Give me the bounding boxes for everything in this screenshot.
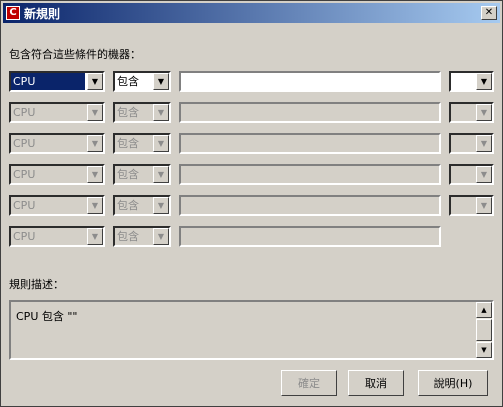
- chevron-down-icon[interactable]: ▼: [87, 166, 103, 183]
- field-value: CPU: [13, 230, 36, 243]
- operator-combo-2[interactable]: 包含 ▼: [113, 102, 171, 123]
- operator-combo-3[interactable]: 包含 ▼: [113, 133, 171, 154]
- connector-combo-2[interactable]: ▼: [449, 102, 494, 123]
- operator-value: 包含: [117, 168, 139, 181]
- vertical-scrollbar[interactable]: ▲ ▼: [476, 302, 492, 358]
- operator-value: 包含: [117, 137, 139, 150]
- chevron-down-icon[interactable]: ▼: [476, 197, 492, 214]
- operator-combo-1[interactable]: 包含 ▼: [113, 71, 171, 92]
- field-combo-6[interactable]: CPU ▼: [9, 226, 105, 247]
- operator-combo-5[interactable]: 包含 ▼: [113, 195, 171, 216]
- field-value: CPU: [13, 137, 36, 150]
- app-icon: C: [6, 6, 20, 20]
- operator-value: 包含: [117, 199, 139, 212]
- chevron-down-icon[interactable]: ▼: [476, 73, 492, 90]
- new-rule-dialog: C 新規則 ✕ 包含符合這些條件的機器： CPU ▼ 包含 ▼ ▼ CPU ▼ …: [0, 0, 503, 407]
- operator-value: 包含: [117, 75, 139, 88]
- condition-label: 包含符合這些條件的機器：: [9, 48, 141, 61]
- title-bar: C 新規則 ✕: [3, 3, 500, 23]
- field-value: CPU: [13, 168, 36, 181]
- chevron-down-icon[interactable]: ▼: [87, 197, 103, 214]
- chevron-down-icon[interactable]: ▼: [87, 73, 103, 90]
- scroll-thumb[interactable]: [476, 319, 492, 341]
- field-value: CPU: [11, 73, 85, 90]
- chevron-down-icon[interactable]: ▼: [87, 104, 103, 121]
- chevron-down-icon[interactable]: ▼: [476, 104, 492, 121]
- chevron-down-icon[interactable]: ▼: [153, 166, 169, 183]
- field-combo-4[interactable]: CPU ▼: [9, 164, 105, 185]
- cancel-button[interactable]: 取消: [348, 370, 404, 396]
- value-input-5[interactable]: [179, 195, 441, 216]
- chevron-down-icon[interactable]: ▼: [153, 228, 169, 245]
- scroll-down-icon[interactable]: ▼: [476, 342, 492, 358]
- chevron-down-icon[interactable]: ▼: [87, 135, 103, 152]
- operator-value: 包含: [117, 106, 139, 119]
- field-value: CPU: [13, 199, 36, 212]
- value-input-1[interactable]: [179, 71, 441, 92]
- connector-combo-5[interactable]: ▼: [449, 195, 494, 216]
- value-input-2[interactable]: [179, 102, 441, 123]
- field-value: CPU: [13, 106, 36, 119]
- connector-combo-4[interactable]: ▼: [449, 164, 494, 185]
- value-input-4[interactable]: [179, 164, 441, 185]
- chevron-down-icon[interactable]: ▼: [476, 135, 492, 152]
- chevron-down-icon[interactable]: ▼: [153, 104, 169, 121]
- operator-combo-4[interactable]: 包含 ▼: [113, 164, 171, 185]
- value-input-6[interactable]: [179, 226, 441, 247]
- rule-description-box: CPU 包含 "" ▲ ▼: [9, 300, 494, 360]
- field-combo-1[interactable]: CPU ▼: [9, 71, 105, 92]
- description-label: 規則描述：: [9, 278, 64, 291]
- ok-button[interactable]: 確定: [281, 370, 337, 396]
- chevron-down-icon[interactable]: ▼: [87, 228, 103, 245]
- chevron-down-icon[interactable]: ▼: [153, 197, 169, 214]
- operator-value: 包含: [117, 230, 139, 243]
- value-input-3[interactable]: [179, 133, 441, 154]
- chevron-down-icon[interactable]: ▼: [153, 73, 169, 90]
- chevron-down-icon[interactable]: ▼: [476, 166, 492, 183]
- connector-combo-1[interactable]: ▼: [449, 71, 494, 92]
- scroll-up-icon[interactable]: ▲: [476, 302, 492, 318]
- help-button[interactable]: 說明(H): [418, 370, 488, 396]
- chevron-down-icon[interactable]: ▼: [153, 135, 169, 152]
- rule-description-text: CPU 包含 "": [16, 310, 78, 323]
- connector-combo-3[interactable]: ▼: [449, 133, 494, 154]
- window-title: 新規則: [24, 6, 61, 21]
- close-icon[interactable]: ✕: [481, 6, 497, 20]
- operator-combo-6[interactable]: 包含 ▼: [113, 226, 171, 247]
- field-combo-2[interactable]: CPU ▼: [9, 102, 105, 123]
- field-combo-5[interactable]: CPU ▼: [9, 195, 105, 216]
- field-combo-3[interactable]: CPU ▼: [9, 133, 105, 154]
